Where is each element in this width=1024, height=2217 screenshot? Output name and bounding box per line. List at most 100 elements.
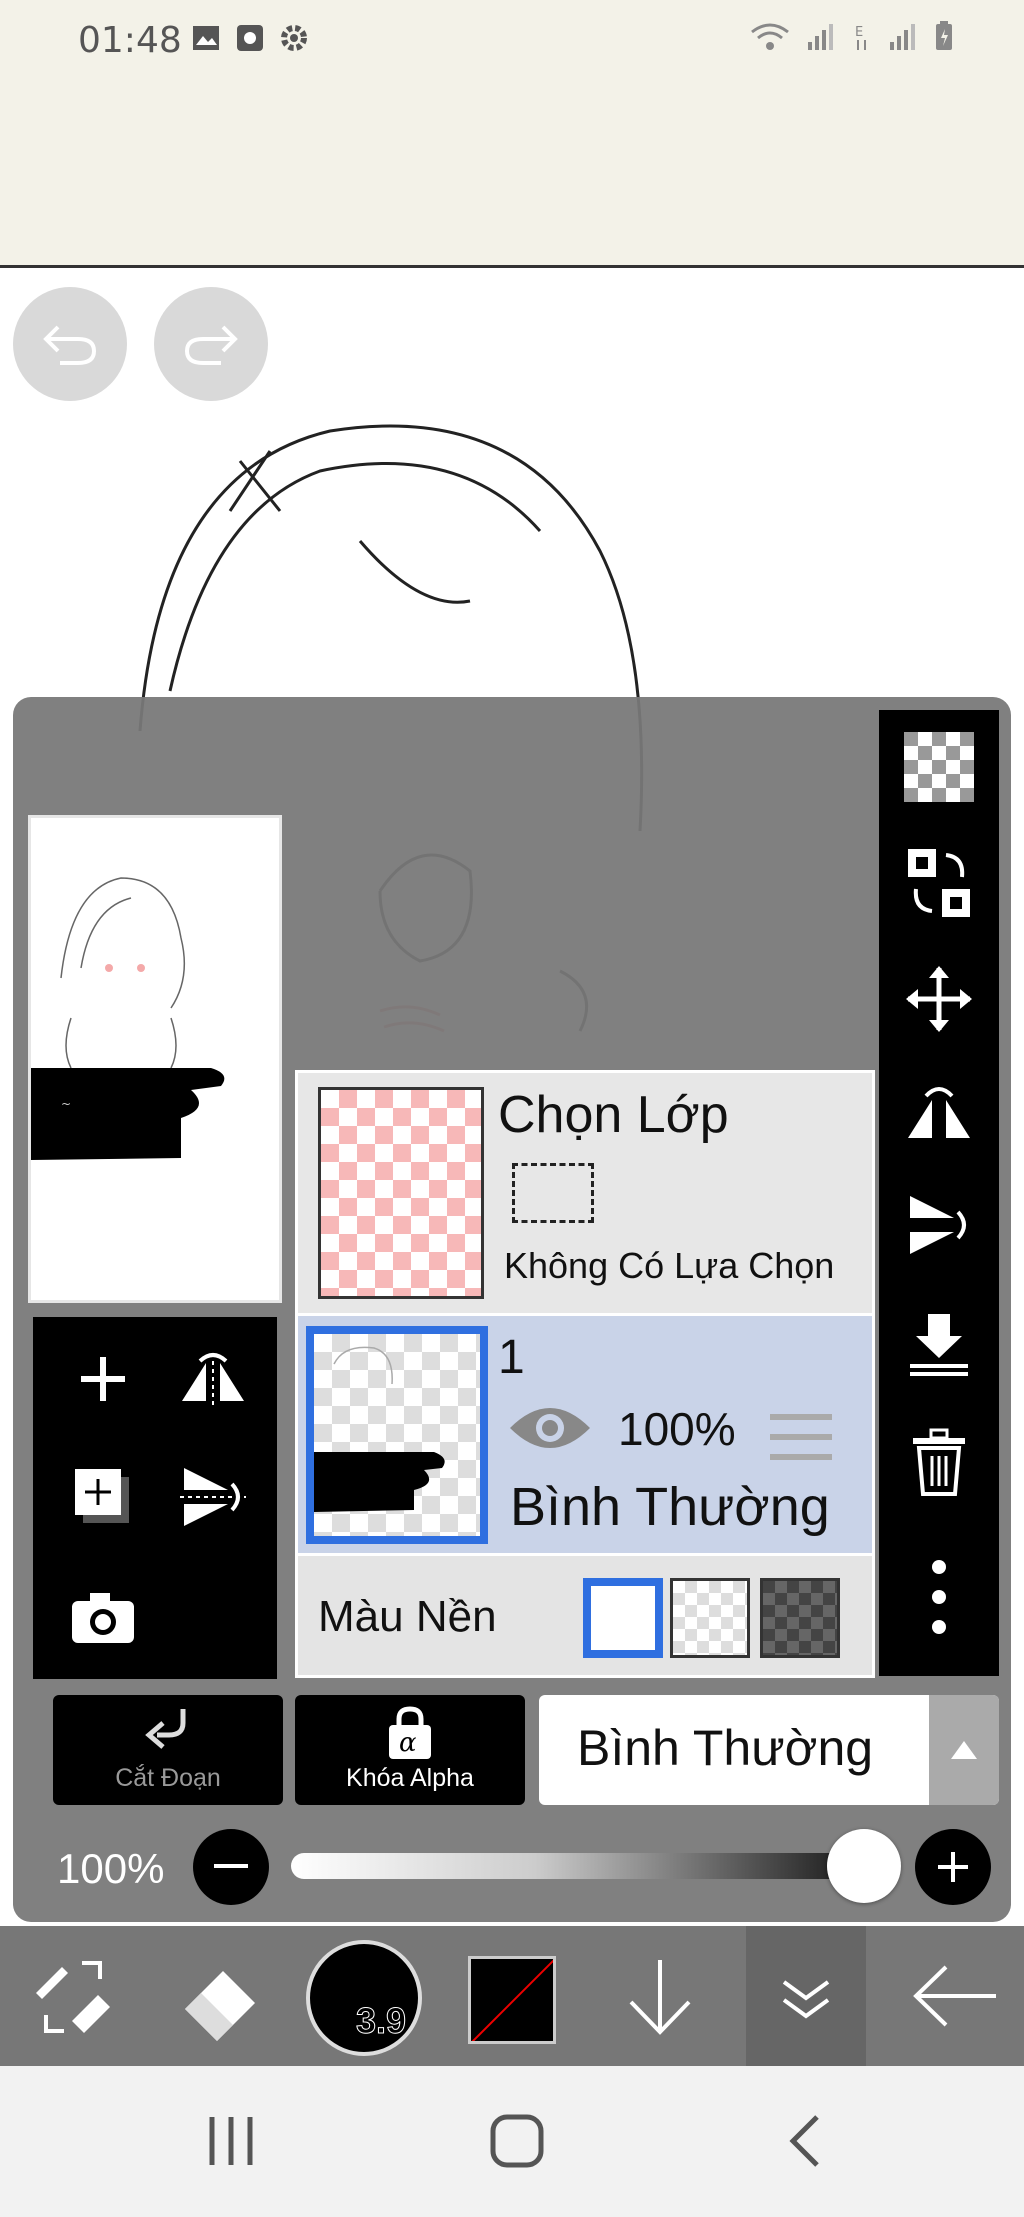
camera-button[interactable] — [53, 1567, 153, 1667]
more-options-button[interactable] — [889, 1552, 989, 1642]
data-e-icon: E — [852, 22, 872, 57]
color-swatch-button[interactable] — [468, 1956, 556, 2044]
background-transparent-swatch[interactable] — [670, 1578, 750, 1658]
swap-icon — [908, 849, 970, 917]
add-layer-button[interactable] — [53, 1329, 153, 1429]
background-white-swatch[interactable] — [583, 1578, 663, 1658]
signal-icon — [806, 22, 836, 57]
flip-layer-vertical-button[interactable] — [889, 1180, 989, 1270]
layer-action-bar — [879, 710, 999, 1676]
chevron-left-icon — [789, 2115, 819, 2167]
selection-layer-subtitle: Không Có Lựa Chọn — [504, 1245, 835, 1286]
flip-layer-horizontal-button[interactable] — [889, 1066, 989, 1156]
settings-icon — [278, 22, 310, 54]
swap-layers-button[interactable] — [889, 838, 989, 928]
background-dark-swatch[interactable] — [760, 1578, 840, 1658]
selection-marquee-icon — [512, 1163, 594, 1223]
flip-vertical-icon — [180, 1468, 246, 1526]
duplicate-layer-icon — [75, 1469, 129, 1523]
move-button[interactable] — [889, 954, 989, 1044]
layer-row[interactable]: 1 100% Bình Thường — [298, 1313, 872, 1553]
undo-button[interactable] — [13, 287, 127, 401]
layer-blend-mode: Bình Thường — [510, 1477, 830, 1537]
alpha-lock-button[interactable]: α Khóa Alpha — [295, 1695, 525, 1805]
layer-down-button[interactable] — [610, 1926, 710, 2066]
brush-size-button[interactable]: 3.9 — [306, 1940, 422, 2056]
triangle-up-icon — [929, 1695, 999, 1805]
collapse-panel-button[interactable] — [746, 1926, 866, 2066]
move-icon — [906, 966, 972, 1032]
lock-alpha-icon: α — [295, 1705, 525, 1761]
background-color-row: Màu Nền — [298, 1553, 872, 1675]
merge-down-icon — [910, 1314, 968, 1376]
plus-icon — [81, 1357, 125, 1401]
eye-icon[interactable] — [508, 1400, 592, 1461]
image-icon — [190, 22, 222, 54]
status-icons-left — [190, 22, 310, 54]
transparency-button[interactable] — [889, 722, 989, 812]
minus-icon — [214, 1864, 248, 1868]
status-bar: 01:48 E — [0, 0, 1024, 268]
duplicate-layer-button[interactable] — [53, 1447, 153, 1547]
preview-drawing: ~ — [31, 877, 225, 1160]
status-icons-right: E — [750, 20, 954, 57]
clipping-label: Cắt Đoạn — [115, 1764, 221, 1792]
trash-icon — [913, 1428, 965, 1496]
layer-tools — [33, 1317, 277, 1679]
back-button[interactable] — [900, 1926, 1010, 2066]
undo-icon — [43, 325, 97, 365]
signal-icon-2 — [888, 22, 918, 57]
camera-icon — [72, 1593, 134, 1643]
brush-eraser-switch-icon — [36, 1961, 110, 2033]
layer-opacity: 100% — [618, 1403, 736, 1455]
eraser-icon — [185, 1971, 255, 2041]
opacity-label: 100% — [57, 1845, 165, 1892]
layer-list: Chọn Lớp Không Có Lựa Chọn 1 100% Bình T… — [295, 1070, 875, 1678]
flip-vertical-button[interactable] — [163, 1447, 263, 1547]
delete-layer-button[interactable] — [889, 1418, 989, 1508]
blend-mode-value: Bình Thường — [577, 1720, 874, 1776]
flip-vertical-icon — [910, 1196, 966, 1254]
nav-back-button[interactable] — [760, 2106, 850, 2176]
opacity-decrease-button[interactable] — [193, 1829, 269, 1905]
alpha-lock-label: Khóa Alpha — [346, 1764, 474, 1792]
drag-handle-icon[interactable] — [770, 1412, 832, 1471]
recent-apps-icon — [209, 2117, 253, 2165]
home-icon — [490, 2114, 544, 2168]
more-vertical-icon — [932, 1560, 946, 1634]
bottom-toolbar: 3.9 — [0, 1926, 1024, 2066]
svg-text:α: α — [399, 1728, 417, 1758]
layer-name: 1 — [498, 1331, 525, 1384]
opacity-slider[interactable] — [291, 1829, 901, 1903]
redo-button[interactable] — [154, 287, 268, 401]
double-chevron-down-icon — [782, 1980, 830, 2019]
opacity-control: 100% — [13, 1827, 1011, 1907]
selection-layer-title: Chọn Lớp — [498, 1086, 729, 1144]
home-button[interactable] — [472, 2106, 562, 2176]
blend-mode-select[interactable]: Bình Thường — [539, 1695, 999, 1805]
redo-icon — [184, 325, 238, 365]
layer-thumbnail — [306, 1326, 488, 1544]
opacity-slider-thumb[interactable] — [827, 1829, 901, 1903]
system-nav-bar — [0, 2066, 1024, 2217]
flip-horizontal-icon — [908, 1087, 970, 1138]
selection-layer[interactable]: Chọn Lớp Không Có Lựa Chọn — [298, 1073, 872, 1313]
eraser-button[interactable] — [160, 1926, 280, 2066]
opacity-increase-button[interactable] — [915, 1829, 991, 1905]
battery-icon — [934, 20, 954, 57]
plus-icon — [938, 1852, 968, 1882]
selection-layer-thumbnail — [318, 1087, 484, 1299]
flip-horizontal-icon — [182, 1353, 244, 1405]
flip-horizontal-button[interactable] — [163, 1329, 263, 1429]
recent-apps-button[interactable] — [186, 2106, 276, 2176]
brush-size-value: 3.9 — [355, 2000, 406, 2042]
wifi-icon — [750, 22, 790, 57]
clipping-button[interactable]: Cắt Đoạn — [53, 1695, 283, 1805]
record-icon — [234, 22, 266, 54]
merge-down-button[interactable] — [889, 1300, 989, 1390]
arrow-down-icon — [629, 1960, 691, 2035]
canvas-preview[interactable]: ~ — [28, 815, 282, 1303]
svg-text:~: ~ — [61, 1097, 71, 1111]
layer-panel: ~ Chọn Lớp Không Có Lựa Chọn 1 100% Bình… — [13, 697, 1011, 1922]
tool-switch-button[interactable] — [18, 1926, 128, 2066]
